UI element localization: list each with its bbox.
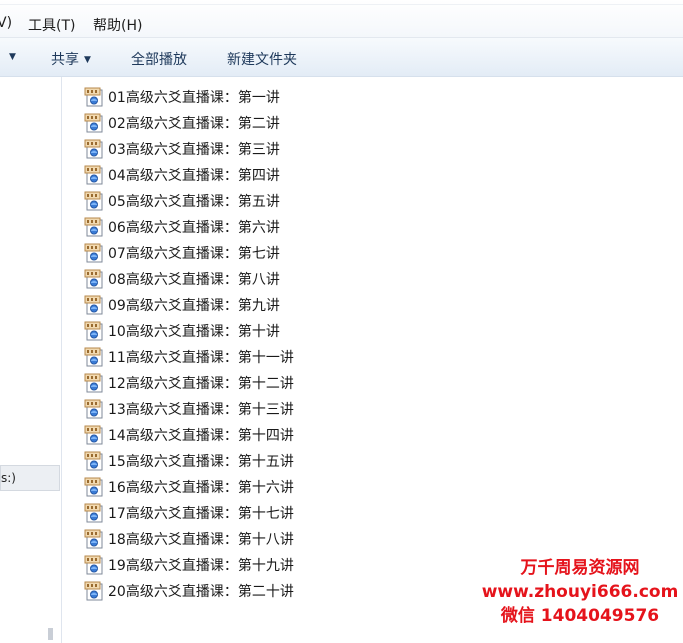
- file-name: 09高级六爻直播课：第九讲: [108, 298, 280, 314]
- watermark: 万千周易资源网 www.zhouyi666.com 微信 1404049576: [475, 556, 683, 628]
- video-file-icon: [84, 347, 104, 367]
- file-item[interactable]: 12高级六爻直播课：第十二讲: [84, 370, 294, 396]
- file-list: 01高级六爻直播课：第一讲 02高级六爻直播课：第二讲 03高级六爻直播课：第三讲 0…: [84, 84, 294, 604]
- share-label: 共享: [51, 52, 79, 68]
- file-item[interactable]: 04高级六爻直播课：第四讲: [84, 162, 294, 188]
- file-name: 01高级六爻直播课：第一讲: [108, 90, 280, 106]
- organize-dropdown[interactable]: ▼: [4, 49, 16, 65]
- video-file-icon: [84, 87, 104, 107]
- file-name: 19高级六爻直播课：第十九讲: [108, 558, 294, 574]
- file-item[interactable]: 01高级六爻直播课：第一讲: [84, 84, 294, 110]
- video-file-icon: [84, 399, 104, 419]
- video-file-icon: [84, 373, 104, 393]
- watermark-url: www.zhouyi666.com: [481, 582, 679, 602]
- watermark-wechat: 微信 1404049576: [500, 606, 660, 626]
- video-file-icon: [84, 581, 104, 601]
- video-file-icon: [84, 139, 104, 159]
- video-file-icon: [84, 321, 104, 341]
- command-bar: ▼ 共享 ▼ 全部播放 新建文件夹: [0, 38, 683, 77]
- file-name: 12高级六爻直播课：第十二讲: [108, 376, 294, 392]
- window-top-edge: [0, 4, 683, 5]
- file-item[interactable]: 14高级六爻直播课：第十四讲: [84, 422, 294, 448]
- watermark-site-name: 万千周易资源网: [520, 558, 640, 578]
- file-name: 18高级六爻直播课：第十八讲: [108, 532, 294, 548]
- file-name: 17高级六爻直播课：第十七讲: [108, 506, 294, 522]
- video-file-icon: [84, 191, 104, 211]
- file-name: 15高级六爻直播课：第十五讲: [108, 454, 294, 470]
- file-name: 14高级六爻直播课：第十四讲: [108, 428, 294, 444]
- video-file-icon: [84, 243, 104, 263]
- file-name: 08高级六爻直播课：第八讲: [108, 272, 280, 288]
- file-name: 03高级六爻直播课：第三讲: [108, 142, 280, 158]
- file-item[interactable]: 16高级六爻直播课：第十六讲: [84, 474, 294, 500]
- file-name: 07高级六爻直播课：第七讲: [108, 246, 280, 262]
- file-item[interactable]: 08高级六爻直播课：第八讲: [84, 266, 294, 292]
- video-file-icon: [84, 217, 104, 237]
- video-file-icon: [84, 113, 104, 133]
- navigation-pane[interactable]: [0, 77, 62, 643]
- video-file-icon: [84, 425, 104, 445]
- video-file-icon: [84, 477, 104, 497]
- menu-tools[interactable]: 工具(T): [28, 15, 75, 35]
- menu-view[interactable]: V): [0, 15, 12, 31]
- file-item[interactable]: 20高级六爻直播课：第二十讲: [84, 578, 294, 604]
- file-name: 10高级六爻直播课：第十讲: [108, 324, 280, 340]
- file-item[interactable]: 03高级六爻直播课：第三讲: [84, 136, 294, 162]
- file-name: 16高级六爻直播课：第十六讲: [108, 480, 294, 496]
- video-file-icon: [84, 503, 104, 523]
- file-item[interactable]: 05高级六爻直播课：第五讲: [84, 188, 294, 214]
- share-button[interactable]: 共享 ▼: [51, 49, 91, 69]
- file-name: 05高级六爻直播课：第五讲: [108, 194, 280, 210]
- file-item[interactable]: 07高级六爻直播课：第七讲: [84, 240, 294, 266]
- file-item[interactable]: 11高级六爻直播课：第十一讲: [84, 344, 294, 370]
- video-file-icon: [84, 295, 104, 315]
- file-item[interactable]: 17高级六爻直播课：第十七讲: [84, 500, 294, 526]
- new-folder-button[interactable]: 新建文件夹: [227, 49, 297, 69]
- video-file-icon: [84, 555, 104, 575]
- video-file-icon: [84, 269, 104, 289]
- file-item[interactable]: 06高级六爻直播课：第六讲: [84, 214, 294, 240]
- video-file-icon: [84, 165, 104, 185]
- video-file-icon: [84, 529, 104, 549]
- file-item[interactable]: 19高级六爻直播课：第十九讲: [84, 552, 294, 578]
- file-item[interactable]: 09高级六爻直播课：第九讲: [84, 292, 294, 318]
- file-item[interactable]: 10高级六爻直播课：第十讲: [84, 318, 294, 344]
- file-item[interactable]: 02高级六爻直播课：第二讲: [84, 110, 294, 136]
- menu-help[interactable]: 帮助(H): [93, 15, 142, 35]
- play-all-button[interactable]: 全部播放: [131, 49, 187, 69]
- menu-bar: V) 工具(T) 帮助(H): [0, 0, 683, 38]
- file-name: 02高级六爻直播课：第二讲: [108, 116, 280, 132]
- file-name: 11高级六爻直播课：第十一讲: [108, 350, 294, 366]
- file-item[interactable]: 18高级六爻直播课：第十八讲: [84, 526, 294, 552]
- file-name: 04高级六爻直播课：第四讲: [108, 168, 280, 184]
- file-name: 06高级六爻直播课：第六讲: [108, 220, 280, 236]
- nav-scrollbar[interactable]: [48, 628, 53, 640]
- nav-drive-item[interactable]: s:): [0, 465, 60, 491]
- file-name: 20高级六爻直播课：第二十讲: [108, 584, 294, 600]
- file-item[interactable]: 15高级六爻直播课：第十五讲: [84, 448, 294, 474]
- video-file-icon: [84, 451, 104, 471]
- file-name: 13高级六爻直播课：第十三讲: [108, 402, 294, 418]
- caret-down-icon: ▼: [9, 52, 16, 62]
- caret-down-icon: ▼: [84, 55, 91, 65]
- file-item[interactable]: 13高级六爻直播课：第十三讲: [84, 396, 294, 422]
